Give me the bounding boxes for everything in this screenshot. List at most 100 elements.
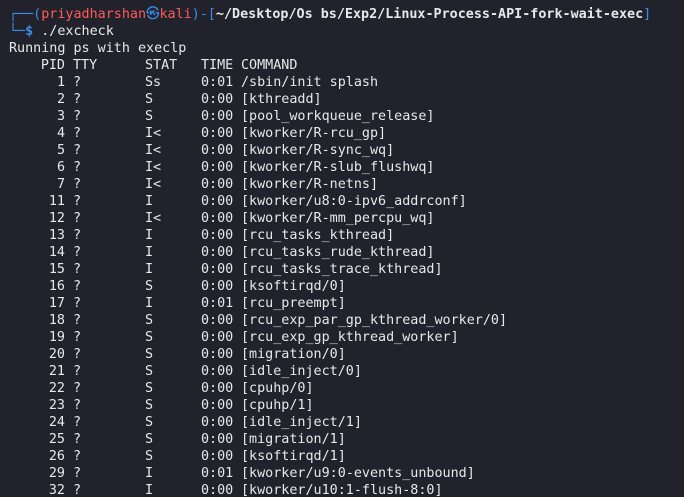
process-command: [kthreadd]	[241, 92, 322, 107]
process-tty: ?	[73, 75, 82, 90]
process-command: [rcu_exp_gp_kthread_worker]	[241, 330, 459, 345]
process-pid: 19	[48, 330, 65, 345]
process-stat: I	[145, 262, 154, 277]
process-pid: 22	[48, 381, 65, 396]
process-command: [rcu_preempt]	[241, 296, 346, 311]
process-stat: S	[145, 398, 154, 413]
table-row: 15? I 0:00 [rcu_tasks_trace_kthread]	[0, 261, 684, 278]
prompt-user: priyadharshan	[41, 7, 147, 22]
process-command: [rcu_tasks_kthread]	[241, 228, 395, 243]
table-row: 14? I 0:00 [rcu_tasks_rude_kthread]	[0, 244, 684, 261]
process-command: [kworker/R-mm_percpu_wq]	[241, 211, 435, 226]
process-pid: 25	[48, 432, 65, 447]
process-tty: ?	[73, 245, 82, 260]
process-tty: ?	[73, 228, 82, 243]
process-tty: ?	[73, 398, 82, 413]
process-time: 0:00	[201, 330, 234, 345]
process-pid: 23	[48, 398, 65, 413]
process-time: 0:00	[201, 143, 234, 158]
process-pid: 15	[48, 262, 65, 277]
process-time: 0:00	[201, 92, 234, 107]
process-time: 0:00	[201, 432, 234, 447]
process-tty: ?	[73, 279, 82, 294]
process-stat: I	[145, 245, 154, 260]
process-time: 0:01	[201, 466, 234, 481]
process-tty: ?	[73, 262, 82, 277]
process-stat: I<	[145, 211, 162, 226]
process-tty: ?	[73, 313, 82, 328]
prompt-corner-top: ┌──(	[9, 7, 42, 22]
process-time: 0:00	[201, 279, 234, 294]
process-pid: 12	[48, 211, 65, 226]
prompt-close-bracket: ]	[643, 7, 652, 22]
process-pid: 6	[56, 160, 65, 175]
process-stat: S	[145, 415, 154, 430]
process-stat: I<	[145, 126, 162, 141]
process-pid: 4	[56, 126, 65, 141]
ps-rows: 1? Ss 0:01/sbin/init splash 2? S 0:00 [kthread…	[0, 68, 684, 497]
prompt-corner-bottom: └─	[9, 24, 26, 39]
process-time: 0:00	[201, 313, 234, 328]
prompt-close-paren: )	[191, 7, 200, 22]
prompt-dash-bracket: -[	[199, 7, 216, 22]
table-row: 22? S 0:00 [cpuhp/0]	[0, 380, 684, 397]
process-stat: S	[145, 330, 154, 345]
process-pid: 16	[48, 279, 65, 294]
col-header-pid: PID	[40, 58, 65, 73]
table-row: 18? S 0:00 [rcu_exp_par_gp_kthread_worker/0…	[0, 312, 684, 329]
process-tty: ?	[73, 364, 82, 379]
process-stat: S	[145, 313, 154, 328]
process-tty: ?	[73, 432, 82, 447]
process-command: [rcu_tasks_trace_kthread]	[241, 262, 443, 277]
table-row: 19? S 0:00 [rcu_exp_gp_kthread_worker]	[0, 329, 684, 346]
table-row: 32? I 0:00 [kworker/u10:1-flush-8:0]	[0, 482, 684, 497]
process-command: [migration/0]	[241, 347, 346, 362]
process-tty: ?	[73, 381, 82, 396]
process-time: 0:00	[201, 483, 234, 497]
process-command: [kworker/R-rcu_gp]	[241, 126, 387, 141]
process-command: [ksoftirqd/1]	[241, 449, 346, 464]
table-row: 5? I< 0:00 [kworker/R-sync_wq]	[0, 142, 684, 159]
process-tty: ?	[73, 330, 82, 345]
process-pid: 3	[56, 109, 65, 124]
terminal-window[interactable]: ┌──(priyadharshan㉿kali)-[~/Desktop/Os bs…	[0, 0, 684, 497]
table-row: 17? I 0:01 [rcu_preempt]	[0, 295, 684, 312]
process-time: 0:01	[201, 75, 234, 90]
table-row: 7? I< 0:00 [kworker/R-netns]	[0, 176, 684, 193]
process-tty: ?	[73, 466, 82, 481]
prompt-dollar: $	[25, 24, 34, 39]
process-stat: I<	[145, 177, 162, 192]
table-row: 25? S 0:00 [migration/1]	[0, 431, 684, 448]
process-stat: Ss	[145, 75, 162, 90]
process-time: 0:00	[201, 364, 234, 379]
process-stat: S	[145, 364, 154, 379]
prompt-path: ~/Desktop/Os bs/Exp2/Linux-Process-API-f…	[215, 7, 644, 22]
process-time: 0:00	[201, 262, 234, 277]
process-time: 0:00	[201, 211, 234, 226]
process-command: [kworker/u9:0-events_unbound]	[241, 466, 475, 481]
process-time: 0:00	[201, 347, 234, 362]
process-command: [ksoftirqd/0]	[241, 279, 346, 294]
command-text: ./excheck	[33, 24, 114, 39]
process-command: [idle_inject/0]	[241, 364, 362, 379]
table-row: 29? I 0:01 [kworker/u9:0-events_unbound]	[0, 465, 684, 482]
process-time: 0:00	[201, 449, 234, 464]
process-tty: ?	[73, 109, 82, 124]
process-tty: ?	[73, 296, 82, 311]
process-time: 0:00	[201, 109, 234, 124]
process-command: [rcu_exp_par_gp_kthread_worker/0]	[241, 313, 508, 328]
process-pid: 11	[48, 194, 65, 209]
process-pid: 17	[48, 296, 65, 311]
table-row: 20? S 0:00 [migration/0]	[0, 346, 684, 363]
process-tty: ?	[73, 194, 82, 209]
prompt-line-1: ┌──(priyadharshan㉿kali)-[~/Desktop/Os bs…	[0, 6, 684, 23]
process-pid: 1	[56, 75, 65, 90]
process-time: 0:00	[201, 245, 234, 260]
process-stat: I	[145, 466, 154, 481]
col-header-stat: STAT	[145, 58, 178, 73]
process-stat: S	[145, 381, 154, 396]
process-command: [cpuhp/0]	[241, 381, 314, 396]
process-time: 0:00	[201, 126, 234, 141]
table-row: 4? I< 0:00 [kworker/R-rcu_gp]	[0, 125, 684, 142]
process-stat: S	[145, 449, 154, 464]
